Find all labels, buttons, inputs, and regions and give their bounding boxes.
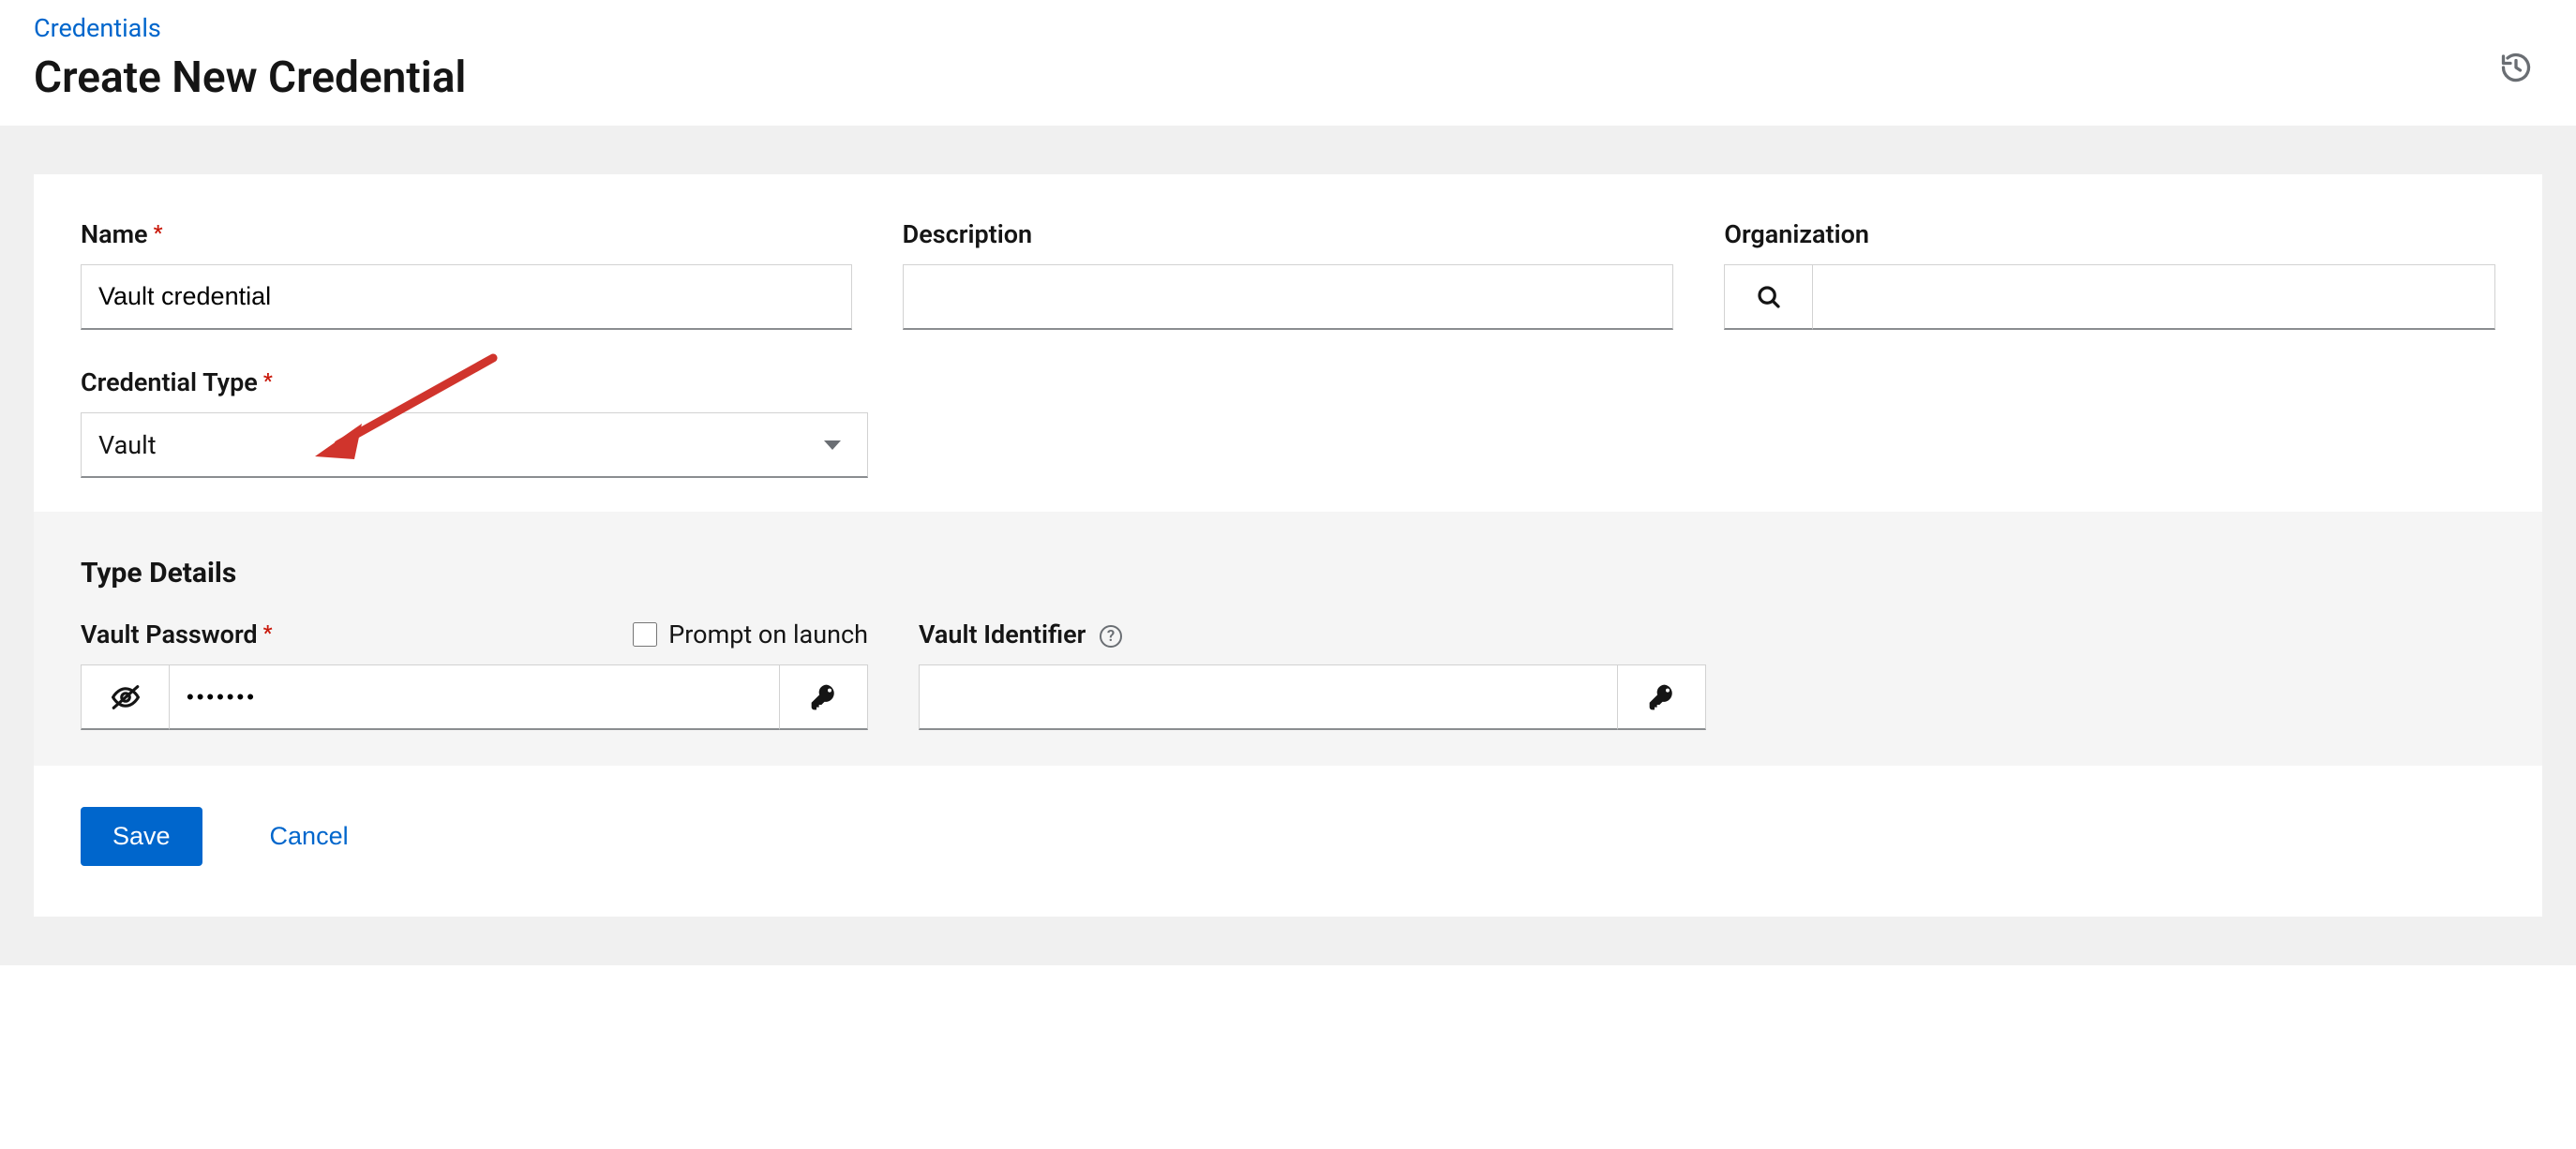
- save-button[interactable]: Save: [81, 807, 202, 866]
- credential-type-select[interactable]: Vault: [81, 412, 868, 478]
- organization-field: Organization: [1724, 219, 2495, 330]
- type-details-section: Type Details Vault Password* Prompt on l…: [34, 512, 2542, 766]
- description-input[interactable]: [903, 264, 1674, 330]
- history-icon[interactable]: [2499, 51, 2533, 88]
- chevron-down-icon: [824, 440, 841, 450]
- key-icon: [809, 682, 839, 712]
- organization-label: Organization: [1724, 219, 1869, 249]
- search-icon: [1755, 283, 1783, 311]
- vault-password-input[interactable]: [169, 664, 780, 730]
- prompt-on-launch-checkbox[interactable]: [633, 622, 657, 647]
- name-label: Name*: [81, 219, 162, 249]
- page-title: Create New Credential: [34, 52, 466, 103]
- prompt-on-launch-label: Prompt on launch: [668, 619, 868, 649]
- name-input[interactable]: [81, 264, 852, 330]
- description-field: Description: [903, 219, 1674, 330]
- description-label: Description: [903, 219, 1032, 249]
- credential-type-field: Credential Type* Vault: [81, 367, 868, 478]
- vault-password-label: Vault Password*: [81, 619, 273, 649]
- toggle-password-visibility-button[interactable]: [81, 664, 169, 730]
- organization-search-button[interactable]: [1724, 264, 1812, 330]
- breadcrumb-credentials[interactable]: Credentials: [34, 13, 466, 43]
- vault-identifier-key-button[interactable]: [1618, 664, 1706, 730]
- credential-form-card: Name* Description: [34, 174, 2542, 917]
- vault-identifier-field: Vault Identifier ?: [919, 619, 1706, 730]
- vault-password-field: Vault Password* Prompt on launch: [81, 619, 868, 730]
- help-icon[interactable]: ?: [1100, 625, 1122, 648]
- form-footer: Save Cancel: [34, 766, 2542, 917]
- vault-password-key-button[interactable]: [780, 664, 868, 730]
- key-icon: [1647, 682, 1677, 712]
- cancel-button[interactable]: Cancel: [262, 807, 356, 866]
- name-field: Name*: [81, 219, 852, 330]
- prompt-on-launch-wrap[interactable]: Prompt on launch: [633, 619, 868, 649]
- type-details-title: Type Details: [81, 557, 2495, 589]
- credential-type-value: Vault: [98, 430, 157, 460]
- vault-identifier-input[interactable]: [919, 664, 1618, 730]
- eye-slash-icon: [110, 681, 142, 713]
- credential-type-label: Credential Type*: [81, 367, 273, 397]
- page-header: Credentials Create New Credential: [0, 0, 2576, 126]
- vault-identifier-label: Vault Identifier ?: [919, 619, 1122, 649]
- organization-input[interactable]: [1812, 264, 2495, 330]
